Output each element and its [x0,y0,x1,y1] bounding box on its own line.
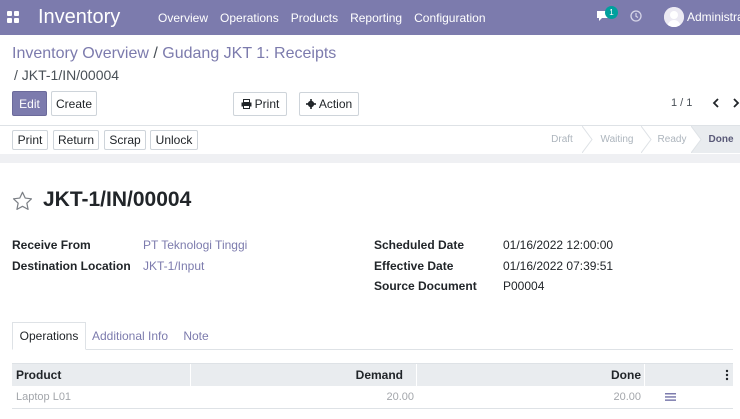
printer-icon [241,99,252,109]
menu-item-reporting[interactable]: Reporting [350,11,402,25]
column-separator [190,364,191,386]
table-header: Product Demand Done [12,363,733,386]
stage-ready: Ready [657,134,687,145]
scheduled-date-value: 01/16/2022 12:00:00 [503,238,614,252]
column-header-product[interactable]: Product [16,368,61,382]
scrap-button[interactable]: Scrap [104,130,146,150]
notebook-tabs: Operations Additional Info Note [12,322,733,350]
stage-done: Done [702,126,740,153]
source-document-label: Source Document [374,279,477,293]
breadcrumb: Inventory Overview / Gudang JKT 1: Recei… [12,44,336,64]
stage-waiting: Waiting [600,134,634,145]
effective-date-value: 01/16/2022 07:39:51 [503,259,614,273]
menu-item-configuration[interactable]: Configuration [414,11,485,25]
breadcrumb-current: / JKT-1/IN/00004 [14,67,120,83]
status-print-button[interactable]: Print [12,130,48,150]
menu-item-products[interactable]: Products [291,11,338,25]
chevron-right-icon[interactable] [731,95,740,111]
menu-item-overview[interactable]: Overview [158,11,208,25]
app-name[interactable]: Inventory [38,5,120,29]
breadcrumb-inventory-overview[interactable]: Inventory Overview [12,45,149,62]
list-details-icon[interactable] [665,393,676,401]
main-menu: Overview Operations Products Reporting C… [158,0,498,35]
row-demand: 20.00 [386,391,414,403]
stage-draft: Draft [551,134,573,145]
column-separator [416,364,417,386]
avatar[interactable] [664,7,684,27]
record-title: JKT-1/IN/00004 [43,188,192,211]
pager-value[interactable]: 1 / 1 [671,97,692,109]
vertical-dots-icon[interactable] [725,369,729,381]
menu-item-operations[interactable]: Operations [220,11,279,25]
scheduled-date-label: Scheduled Date [374,238,465,252]
action-button[interactable]: Action [299,92,359,116]
column-header-demand[interactable]: Demand [356,368,403,382]
source-document-value: P00004 [503,279,545,293]
tab-note[interactable]: Note [176,322,216,349]
destination-location-label: Destination Location [12,259,131,273]
column-separator [644,364,645,386]
clock-icon[interactable] [630,10,642,22]
gear-icon [305,99,316,109]
user-name[interactable]: Administrator [687,10,740,24]
receive-from-value[interactable]: PT Teknologi Tinggi [143,238,247,252]
top-navbar: Inventory Overview Operations Products R… [0,0,740,35]
row-product: Laptop L01 [16,391,72,403]
apps-grid-icon[interactable] [7,11,20,24]
print-button-label: Print [254,97,280,111]
edit-button[interactable]: Edit [12,91,47,116]
unlock-button[interactable]: Unlock [150,130,198,150]
column-header-done[interactable]: Done [611,368,641,382]
destination-location-value[interactable]: JKT-1/Input [143,259,204,273]
receive-from-label: Receive From [12,238,91,252]
create-button[interactable]: Create [51,91,97,116]
effective-date-label: Effective Date [374,259,454,273]
sheet-background [0,154,740,163]
chat-badge: 1 [605,6,618,19]
table-row[interactable]: Laptop L01 20.00 20.00 [12,386,733,409]
print-button[interactable]: Print [233,92,287,116]
chevron-left-icon[interactable] [709,95,723,111]
star-outline-icon[interactable] [12,191,33,211]
tab-additional-info[interactable]: Additional Info [90,322,170,349]
status-bar: Print Return Scrap Unlock Draft Waiting … [0,125,740,155]
breadcrumb-receipts[interactable]: Gudang JKT 1: Receipts [162,45,336,62]
return-button[interactable]: Return [53,130,99,150]
tab-operations[interactable]: Operations [12,322,86,350]
row-done: 20.00 [613,391,641,403]
action-button-label: Action [318,97,353,111]
breadcrumb-separator: / [148,45,163,62]
